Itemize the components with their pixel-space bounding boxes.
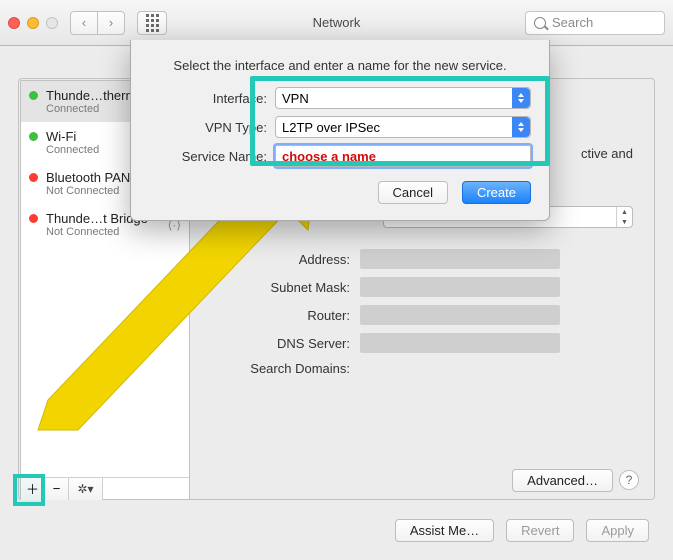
chevron-left-icon: ‹	[82, 15, 86, 30]
zoom-window-button	[46, 17, 58, 29]
forward-button[interactable]: ›	[97, 11, 125, 35]
row-subnet: Subnet Mask:	[200, 277, 633, 297]
minimize-window-button[interactable]	[27, 17, 39, 29]
plus-icon: ＋	[26, 479, 39, 498]
status-dot-icon	[29, 214, 38, 223]
dropdown-icon	[512, 88, 530, 108]
field-subnet	[360, 277, 560, 297]
cancel-button[interactable]: Cancel	[378, 181, 448, 204]
sheet-row-vpn-type: VPN Type: L2TP over IPSec	[149, 116, 531, 138]
close-window-button[interactable]	[8, 17, 20, 29]
field-router	[360, 305, 560, 325]
service-status: Not Connected	[46, 185, 130, 197]
service-status: Connected	[46, 103, 136, 115]
search-placeholder: Search	[552, 15, 593, 30]
status-dot-icon	[29, 132, 38, 141]
help-button[interactable]: ?	[619, 470, 639, 490]
label-service-name: Service Name:	[149, 149, 267, 164]
service-name: Bluetooth PAN	[46, 170, 130, 185]
sheet-message: Select the interface and enter a name fo…	[149, 58, 531, 73]
label-search-domains: Search Domains:	[200, 361, 350, 376]
apply-button: Apply	[586, 519, 649, 542]
label-vpn-type: VPN Type:	[149, 120, 267, 135]
row-search-domains: Search Domains:	[200, 361, 633, 376]
revert-button: Revert	[506, 519, 574, 542]
field-dns	[360, 333, 560, 353]
create-button[interactable]: Create	[462, 181, 531, 204]
status-text-fragment: ctive and	[581, 146, 633, 161]
label-router: Router:	[200, 308, 350, 323]
sheet-actions: Cancel Create	[149, 181, 531, 204]
dropdown-icon	[512, 117, 530, 137]
window-controls	[8, 17, 58, 29]
sidebar-footer: ＋ − ✲▾	[21, 477, 189, 499]
search-input[interactable]: Search	[525, 11, 665, 35]
interface-select[interactable]: VPN	[275, 87, 531, 109]
advanced-button[interactable]: Advanced…	[512, 469, 613, 492]
service-name-input[interactable]	[275, 145, 531, 167]
sheet-row-interface: Interface: VPN	[149, 87, 531, 109]
details-form: Address: Subnet Mask: Router: DNS Server…	[200, 241, 633, 384]
service-status: Not Connected	[46, 226, 148, 238]
label-subnet: Subnet Mask:	[200, 280, 350, 295]
grid-icon	[146, 14, 159, 32]
row-address: Address:	[200, 249, 633, 269]
assist-me-button[interactable]: Assist Me…	[395, 519, 494, 542]
service-name: Wi-Fi	[46, 129, 99, 144]
vpn-type-value: L2TP over IPSec	[282, 120, 380, 135]
show-all-button[interactable]	[137, 11, 167, 35]
field-address	[360, 249, 560, 269]
search-icon	[534, 17, 546, 29]
label-dns: DNS Server:	[200, 336, 350, 351]
status-dot-icon	[29, 91, 38, 100]
service-status: Connected	[46, 144, 99, 156]
add-service-button[interactable]: ＋	[21, 478, 45, 500]
action-menu-button[interactable]: ✲▾	[69, 478, 103, 500]
remove-service-button[interactable]: −	[45, 478, 69, 500]
sheet-row-service-name: Service Name:	[149, 145, 531, 167]
back-forward-group: ‹ ›	[70, 11, 125, 35]
row-dns: DNS Server:	[200, 333, 633, 353]
chevron-right-icon: ›	[109, 15, 113, 30]
label-interface: Interface:	[149, 91, 267, 106]
new-service-sheet: Select the interface and enter a name fo…	[130, 40, 550, 221]
row-router: Router:	[200, 305, 633, 325]
window-title: Network	[313, 15, 361, 30]
label-address: Address:	[200, 252, 350, 267]
gear-icon: ✲▾	[77, 482, 93, 496]
status-dot-icon	[29, 173, 38, 182]
vpn-type-select[interactable]: L2TP over IPSec	[275, 116, 531, 138]
interface-value: VPN	[282, 91, 309, 106]
stepper-icon: ▲▼	[616, 207, 632, 227]
minus-icon: −	[53, 481, 61, 496]
back-button[interactable]: ‹	[70, 11, 98, 35]
service-name: Thunde…therm	[46, 88, 136, 103]
footer-actions: Assist Me… Revert Apply	[395, 519, 649, 542]
